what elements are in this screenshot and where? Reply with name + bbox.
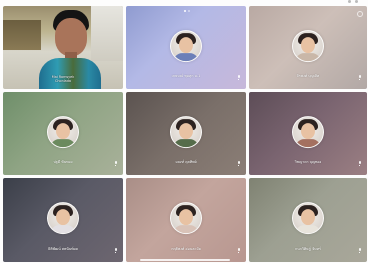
mic-icon (114, 248, 117, 253)
avatar (47, 202, 79, 235)
self-name-label: Mai Romsyek Chonlada (3, 75, 123, 83)
avatar (292, 202, 324, 235)
participant-grid: Mai Romsyek Chonlada เกษมณ์ ชุมสุก ม.1 จ… (3, 6, 367, 262)
participant-name: วิชญาดา บุญทอง (294, 160, 322, 164)
mic-icon (114, 161, 117, 166)
mic-icon (237, 75, 240, 80)
avatar (170, 202, 202, 235)
self-subtitle: Chonlada (55, 79, 71, 83)
mic-icon (237, 248, 240, 253)
participant-tile[interactable]: ธิติพัฒน์ สพนันท์ผล (3, 178, 123, 262)
battery-dot-icon (355, 0, 358, 3)
mic-icon (358, 161, 361, 166)
participant-name: กนกวิศิษฎ์ จันทร์ (295, 247, 321, 251)
avatar (47, 115, 79, 148)
avatar (170, 29, 202, 62)
mic-icon (358, 75, 361, 80)
participant-tile[interactable]: ปฐมี ขันทอง (3, 92, 123, 175)
participant-tile[interactable]: กนกวิศิษฎ์ จันทร์ (249, 178, 367, 262)
participant-name: จิรพงศ์ บุญเลิศ (296, 74, 320, 78)
participant-tile[interactable]: กฤติพงศ์ อ่อนละมัย (126, 178, 246, 262)
background-shelf (3, 20, 41, 50)
home-indicator[interactable] (140, 259, 230, 261)
signal-dot-icon (348, 0, 351, 3)
gear-icon[interactable] (357, 11, 363, 17)
avatar (292, 29, 324, 62)
participant-name: เกษมณ์ ชุมสุก ม.1 (171, 74, 201, 78)
mic-icon (358, 248, 361, 253)
participant-tile[interactable]: เกษมณ์ ชุมสุก ม.1 (126, 6, 246, 89)
video-tile-self[interactable]: Mai Romsyek Chonlada (3, 6, 123, 89)
participant-tile[interactable]: จิรพงศ์ บุญเลิศ (249, 6, 367, 89)
avatar (170, 115, 202, 148)
participant-name: ปฐมี ขันทอง (53, 160, 73, 164)
participant-name: กฤติพงศ์ อ่อนละมัย (171, 247, 201, 251)
mic-icon (237, 161, 240, 166)
participant-name: ธิติพัฒน์ สพนันท์ผล (48, 247, 78, 251)
page-dots-icon (184, 10, 194, 13)
participant-tile[interactable]: วิชญาดา บุญทอง (249, 92, 367, 175)
participant-name: มณฑ์ ดุลทิพย์ (175, 160, 197, 164)
participant-tile[interactable]: มณฑ์ ดุลทิพย์ (126, 92, 246, 175)
avatar (292, 115, 324, 148)
